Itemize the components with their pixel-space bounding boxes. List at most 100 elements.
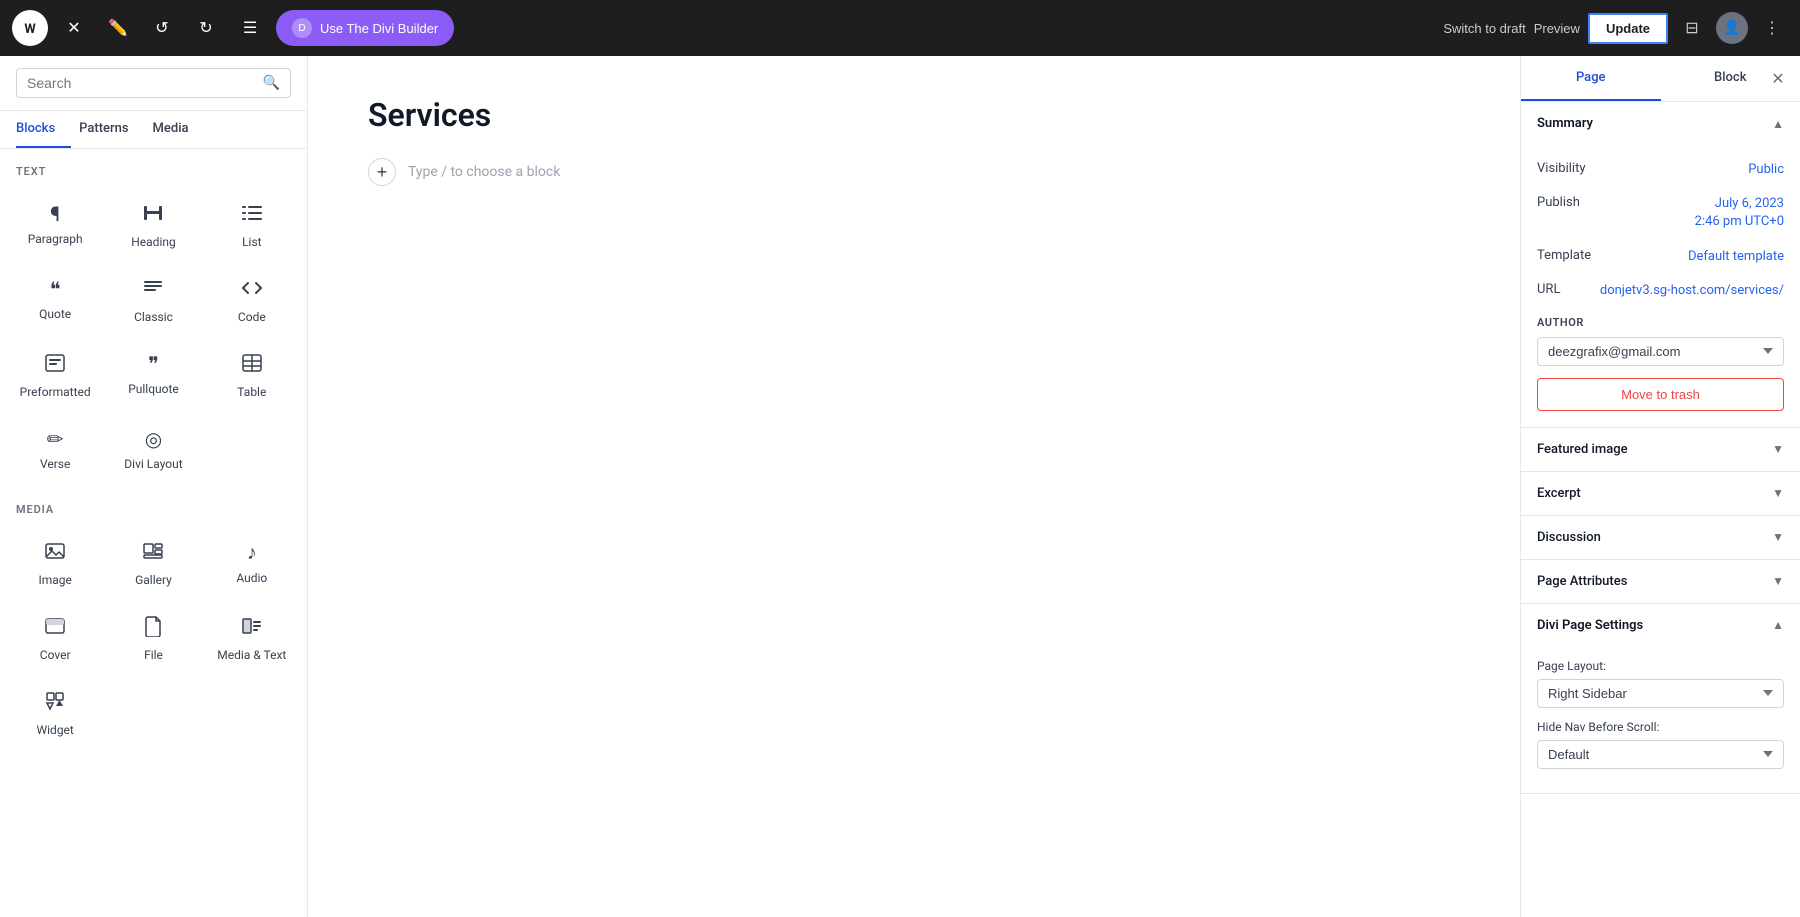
main-layout: 🔍 Blocks Patterns Media TEXT ¶ Paragraph… (0, 56, 1800, 917)
update-button[interactable]: Update (1588, 13, 1668, 44)
heading-icon (142, 202, 164, 229)
block-heading[interactable]: Heading (106, 190, 200, 261)
block-file[interactable]: File (106, 603, 200, 674)
block-divi-layout[interactable]: ◎ Divi Layout (106, 415, 200, 483)
redo-button[interactable]: ↻ (188, 10, 224, 46)
tab-page[interactable]: Page (1521, 56, 1661, 101)
block-classic-label: Classic (134, 310, 173, 324)
block-pullquote[interactable]: ❞ Pullquote (106, 340, 200, 411)
block-preformatted-label: Preformatted (20, 385, 91, 399)
visibility-key: Visibility (1537, 161, 1586, 176)
block-image[interactable]: Image (8, 528, 102, 599)
code-icon (241, 277, 263, 304)
classic-icon (142, 277, 164, 304)
block-widget-label: Widget (36, 723, 73, 737)
media-text-icon (241, 615, 263, 642)
block-code-label: Code (238, 310, 266, 324)
avatar: 👤 (1716, 12, 1748, 44)
blocks-tabs-row: Blocks Patterns Media (0, 111, 307, 149)
block-quote[interactable]: ❝ Quote (8, 265, 102, 336)
block-gallery-label: Gallery (135, 573, 172, 587)
block-divi-layout-label: Divi Layout (124, 457, 182, 471)
featured-image-panel[interactable]: Featured image ▼ (1521, 428, 1800, 472)
block-widget[interactable]: Widget (8, 678, 102, 749)
text-blocks-grid: ¶ Paragraph Heading List ❝ Quote (0, 186, 307, 487)
template-key: Template (1537, 248, 1591, 263)
tab-blocks[interactable]: Blocks (16, 111, 71, 148)
editor-area: + Type / to choose a block (308, 56, 1520, 917)
block-table[interactable]: Table (205, 340, 299, 411)
tab-media[interactable]: Media (153, 111, 205, 148)
divi-icon: D (292, 18, 312, 38)
divi-layout-icon: ◎ (145, 427, 162, 451)
block-audio[interactable]: ♪ Audio (205, 528, 299, 599)
media-section-label: MEDIA (0, 487, 307, 524)
file-icon (142, 615, 164, 642)
close-sidebar-button[interactable]: ✕ (1764, 65, 1792, 93)
block-list[interactable]: List (205, 190, 299, 261)
author-label: AUTHOR (1537, 316, 1784, 329)
block-placeholder-area[interactable]: + Type / to choose a block (368, 150, 1460, 194)
close-button[interactable]: ✕ (56, 10, 92, 46)
block-pullquote-label: Pullquote (128, 382, 179, 396)
block-gallery[interactable]: Gallery (106, 528, 200, 599)
block-code[interactable]: Code (205, 265, 299, 336)
page-attributes-panel[interactable]: Page Attributes ▼ (1521, 560, 1800, 604)
preview-button[interactable]: Preview (1534, 21, 1580, 36)
page-layout-select[interactable]: Right Sidebar Left Sidebar Full Width No… (1537, 679, 1784, 708)
undo-button[interactable]: ↺ (144, 10, 180, 46)
add-block-button[interactable]: + (368, 158, 396, 186)
table-icon (241, 352, 263, 379)
divi-builder-button[interactable]: D Use The Divi Builder (276, 10, 454, 46)
excerpt-chevron-icon: ▼ (1772, 486, 1784, 500)
divi-settings-body: Page Layout: Right Sidebar Left Sidebar … (1521, 647, 1800, 793)
search-input[interactable] (27, 75, 255, 91)
divi-button-label: Use The Divi Builder (320, 21, 438, 36)
toolbar-right-actions: Switch to draft Preview Update ⊟ 👤 ⋮ (1443, 12, 1788, 44)
summary-panel-header[interactable]: Summary ▲ (1521, 102, 1800, 145)
discussion-panel[interactable]: Discussion ▼ (1521, 516, 1800, 560)
search-icon: 🔍 (263, 75, 280, 91)
publish-value[interactable]: July 6, 2023 2:46 pm UTC+0 (1695, 195, 1784, 231)
block-cover-label: Cover (40, 648, 71, 662)
block-verse[interactable]: ✏ Verse (8, 415, 102, 483)
page-title-input[interactable] (368, 96, 1460, 134)
tab-patterns[interactable]: Patterns (79, 111, 144, 148)
author-select[interactable]: deezgrafix@gmail.com (1537, 337, 1784, 366)
text-section-label: TEXT (0, 149, 307, 186)
divi-settings-header[interactable]: Divi Page Settings ▲ (1521, 604, 1800, 647)
url-row: URL donjetv3.sg-host.com/services/ (1537, 274, 1784, 308)
featured-image-chevron-icon: ▼ (1772, 442, 1784, 456)
settings-button[interactable]: ⋮ (1756, 12, 1788, 44)
block-paragraph[interactable]: ¶ Paragraph (8, 190, 102, 261)
visibility-value[interactable]: Public (1748, 161, 1784, 179)
hide-nav-select[interactable]: Default Yes No (1537, 740, 1784, 769)
edit-button[interactable]: ✏️ (100, 10, 136, 46)
summary-panel: Summary ▲ Visibility Public Publish July… (1521, 102, 1800, 428)
template-value[interactable]: Default template (1688, 248, 1784, 266)
page-attributes-label: Page Attributes (1537, 574, 1627, 589)
toolbar: W ✕ ✏️ ↺ ↻ ☰ D Use The Divi Builder Swit… (0, 0, 1800, 56)
list-view-button[interactable]: ☰ (232, 10, 268, 46)
block-media-text-label: Media & Text (217, 648, 286, 662)
view-toggle-button[interactable]: ⊟ (1676, 12, 1708, 44)
move-to-trash-button[interactable]: Move to trash (1537, 378, 1784, 411)
excerpt-panel[interactable]: Excerpt ▼ (1521, 472, 1800, 516)
hide-nav-label: Hide Nav Before Scroll: (1537, 720, 1784, 734)
page-attributes-chevron-icon: ▼ (1772, 574, 1784, 588)
template-row: Template Default template (1537, 240, 1784, 274)
block-preformatted[interactable]: Preformatted (8, 340, 102, 411)
summary-panel-body: Visibility Public Publish July 6, 2023 2… (1521, 145, 1800, 427)
media-blocks-grid: Image Gallery ♪ Audio Cover (0, 524, 307, 753)
block-media-text[interactable]: Media & Text (205, 603, 299, 674)
url-value[interactable]: donjetv3.sg-host.com/services/ (1600, 282, 1784, 300)
summary-label: Summary (1537, 116, 1593, 131)
block-classic[interactable]: Classic (106, 265, 200, 336)
block-list-label: List (242, 235, 262, 249)
discussion-label: Discussion (1537, 530, 1601, 545)
verse-icon: ✏ (47, 427, 64, 451)
divi-settings-panel: Divi Page Settings ▲ Page Layout: Right … (1521, 604, 1800, 794)
right-sidebar: Page Block ✕ Summary ▲ Visibility Public… (1520, 56, 1800, 917)
block-cover[interactable]: Cover (8, 603, 102, 674)
switch-draft-button[interactable]: Switch to draft (1443, 21, 1525, 36)
